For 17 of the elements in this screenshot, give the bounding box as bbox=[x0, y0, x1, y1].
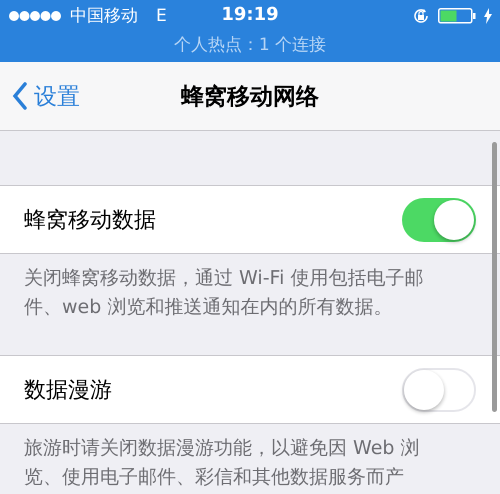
toggle-switch[interactable] bbox=[402, 368, 476, 412]
setting-label: 数据漫游 bbox=[24, 376, 113, 404]
back-chevron-icon bbox=[12, 82, 28, 110]
section-footer: 旅游时请关闭数据漫游功能，以避免因 Web 浏览、使用电子邮件、彩信和其他数据服务而产 bbox=[24, 434, 429, 492]
charging-icon bbox=[484, 8, 492, 24]
section-footer: 关闭蜂窝移动数据，通过 Wi-Fi 使用包括电子邮件、web 浏览和推送通知在内的所有数据。 bbox=[24, 264, 429, 322]
setting-label: 蜂窝移动数据 bbox=[24, 206, 157, 234]
signal-icon bbox=[8, 10, 62, 22]
toggle-switch[interactable] bbox=[402, 198, 476, 242]
rotation-lock-icon bbox=[412, 6, 430, 24]
back-button[interactable]: 设置 bbox=[0, 80, 80, 112]
hotspot-banner[interactable]: 个人热点：1 个连接 bbox=[174, 35, 326, 55]
network-type: E bbox=[156, 6, 167, 26]
carrier-name: 中国移动 bbox=[70, 5, 138, 27]
clock: 19:19 bbox=[221, 4, 279, 25]
battery-icon bbox=[438, 8, 476, 24]
page-title: 蜂窝移动网络 bbox=[181, 82, 319, 112]
